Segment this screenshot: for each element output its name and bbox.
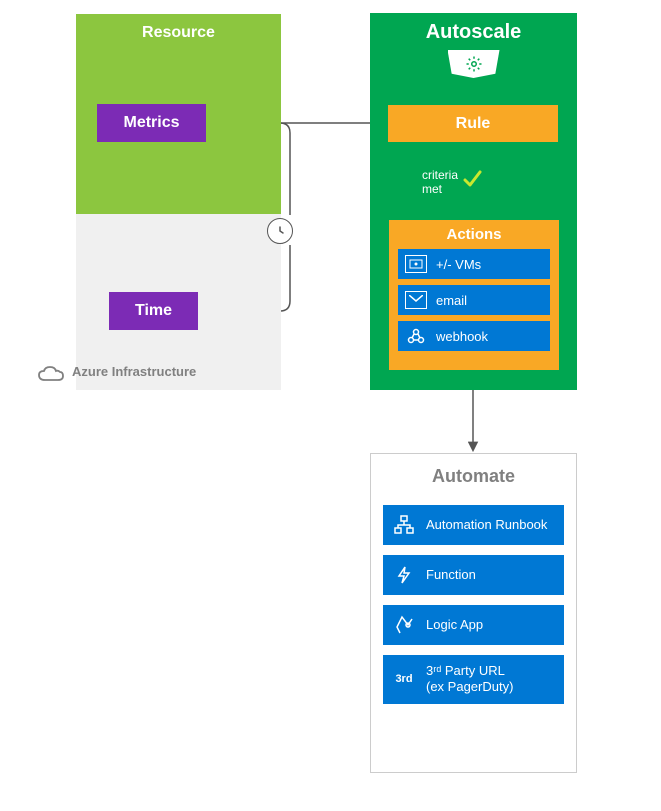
action-email: email	[398, 285, 550, 315]
actions-title: Actions	[398, 226, 550, 243]
automate-label: Automation Runbook	[426, 517, 547, 533]
action-vms: +/- VMs	[398, 249, 550, 279]
autoscale-title: Autoscale	[370, 13, 577, 44]
clock-icon	[267, 218, 293, 244]
automate-label: Logic App	[426, 617, 483, 633]
automate-label: 3ʳᵈ Party URL (ex PagerDuty)	[426, 663, 513, 696]
automate-panel: Automate Automation Runbook Function Log…	[370, 453, 577, 773]
email-icon	[405, 291, 427, 309]
automate-function: Function	[383, 555, 564, 595]
metrics-badge: Metrics	[97, 104, 206, 142]
checkmark-icon	[462, 169, 482, 189]
time-badge: Time	[109, 292, 198, 330]
thirdparty-icon: 3rd	[392, 668, 416, 690]
action-label: webhook	[436, 329, 488, 344]
automate-thirdparty: 3rd 3ʳᵈ Party URL (ex PagerDuty)	[383, 655, 564, 704]
automate-label: Function	[426, 567, 476, 583]
infrastructure-label: Azure Infrastructure	[72, 364, 196, 379]
automate-runbook: Automation Runbook	[383, 505, 564, 545]
gear-icon	[448, 50, 500, 78]
vm-icon	[405, 255, 427, 273]
actions-panel: Actions +/- VMs email webhook	[389, 220, 559, 370]
action-webhook: webhook	[398, 321, 550, 351]
automate-logicapp: Logic App	[383, 605, 564, 645]
automate-title: Automate	[383, 466, 564, 487]
runbook-icon	[392, 514, 416, 536]
criteria-met-label: criteria met	[422, 168, 458, 197]
resource-title: Resource	[76, 14, 281, 42]
action-label: +/- VMs	[436, 257, 481, 272]
action-label: email	[436, 293, 467, 308]
logicapp-icon	[392, 614, 416, 636]
rule-badge: Rule	[388, 105, 558, 142]
function-icon	[392, 564, 416, 586]
webhook-icon	[405, 327, 427, 345]
cloud-icon	[37, 365, 65, 383]
